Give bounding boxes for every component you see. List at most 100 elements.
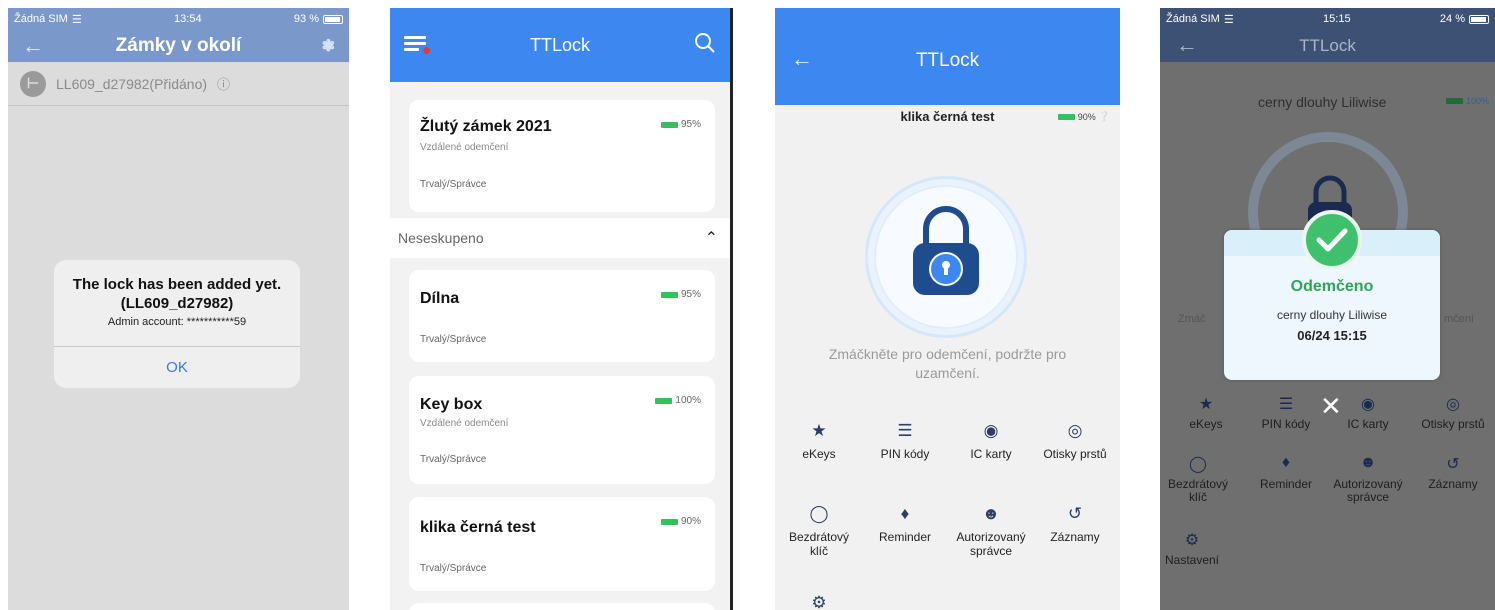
lock-name: Key box — [420, 396, 483, 413]
hint-left-fragment: Zmáč — [1178, 313, 1206, 325]
unlock-hint: Zmáčkněte pro odemčení, podržte pro uzam… — [828, 346, 1067, 381]
gear-icon: ⚙ — [1184, 532, 1200, 549]
wireless-key-button[interactable]: ◯ Bezdrátový klíč — [777, 504, 861, 558]
nav-header: ← Zámky v okolí ❃ — [8, 30, 349, 62]
lock-role: Trvalý/Správce — [420, 563, 487, 574]
battery-level: 95% — [680, 119, 701, 130]
lock-item-label: LL609_d27982(Přidáno) — [56, 75, 208, 92]
lock-list-screen: TTLock Žlutý zámek 2021 Vzdálené odemčen… — [390, 8, 733, 610]
authorized-admin-label-line2: správce — [1346, 490, 1390, 504]
nav-header: ← TTLock — [1160, 30, 1495, 62]
reminder-label: Reminder — [1259, 477, 1313, 491]
battery-icon — [1057, 113, 1075, 120]
records-label: Záznamy — [1428, 477, 1478, 491]
loading-spinner-icon: ❃ — [321, 38, 335, 55]
status-bar: Žádná SIM ☰ 15:15 24 % — [1160, 8, 1495, 30]
battery-level: 100% — [1465, 96, 1489, 106]
lock-name: Žlutý zámek 2021 — [420, 118, 552, 135]
records-button[interactable]: ↺ Záznamy — [1411, 454, 1495, 491]
clock: 15:15 — [1323, 13, 1351, 25]
fingerprint-icon: ◎ — [1067, 421, 1083, 440]
authorized-admin-button[interactable]: ☻ Autorizovaný správce — [1326, 454, 1410, 504]
nav-header: TTLock — [390, 8, 730, 82]
wifi-icon: ☰ — [71, 13, 82, 26]
records-label: Záznamy — [1050, 530, 1100, 544]
lock-role: Trvalý/Správce — [420, 179, 487, 190]
group-header[interactable]: Neseskupeno ⌃ — [390, 218, 730, 258]
menu-icon[interactable] — [404, 36, 430, 54]
lock-card[interactable]: Key box Vzdálené odemčení Trvalý/Správce… — [409, 376, 715, 484]
wireless-key-icon: ◯ — [1189, 456, 1207, 473]
lock-card[interactable]: Dílna Trvalý/Správce 95% — [409, 270, 715, 362]
hint-right-fragment: mčení — [1444, 313, 1474, 325]
fingerprints-label: Otisky prstů — [1421, 417, 1485, 431]
status-bar: Žádná SIM ☰ 13:54 93 % — [8, 8, 349, 30]
user-icon: ☻ — [1359, 454, 1377, 471]
wifi-icon: ☰ — [1223, 13, 1234, 26]
history-icon: ↺ — [1067, 504, 1083, 523]
carrier-label: Žádná SIM — [1166, 13, 1220, 25]
ic-card-icon: ◉ — [983, 421, 999, 440]
battery-indicator: 100% — [1445, 96, 1489, 106]
bell-icon: ♦ — [1281, 454, 1291, 471]
popup-title: Odemčeno — [1290, 278, 1374, 295]
battery-icon — [1468, 14, 1489, 24]
padlock-icon — [913, 206, 979, 295]
history-icon: ↺ — [1446, 456, 1460, 473]
ekeys-label: eKeys — [802, 447, 836, 461]
wireless-key-icon: ◯ — [809, 504, 829, 523]
app-title: TTLock — [1299, 36, 1356, 55]
settings-label: Nastavení — [1164, 553, 1220, 567]
ekeys-button[interactable]: ★ eKeys — [1164, 394, 1248, 431]
ic-cards-button[interactable]: ◉ IC karty — [949, 421, 1033, 461]
lock-card[interactable]: Žlutý zámek 2021 Vzdálené odemčení Trval… — [409, 100, 715, 212]
lock-icon: ⊢ — [20, 70, 46, 97]
fingerprints-label: Otisky prstů — [1043, 447, 1107, 461]
carrier-label: Žádná SIM — [14, 13, 68, 25]
ekeys-button[interactable]: ★ eKeys — [777, 421, 861, 461]
fingerprints-button[interactable]: ◎ Otisky prstů — [1033, 421, 1117, 461]
lock-card[interactable]: klika černá test Trvalý/Správce 90% — [409, 497, 715, 591]
notification-dot — [423, 47, 430, 54]
popup-lock-name: cerny dlouhy Liliwise — [1276, 308, 1388, 322]
app-title: TTLock — [915, 50, 980, 71]
wireless-key-label-line2: klíč — [1189, 490, 1207, 504]
fingerprints-button[interactable]: ◎ Otisky prstů — [1411, 394, 1495, 431]
app-title: TTLock — [529, 34, 590, 55]
nearby-lock-item[interactable]: ⊢ LL609_d27982(Přidáno) ⓘ — [8, 62, 349, 106]
search-icon[interactable] — [694, 32, 716, 60]
lock-role: Trvalý/Správce — [420, 454, 487, 465]
back-arrow-icon[interactable]: ← — [22, 33, 44, 59]
fingerprint-icon: ◎ — [1446, 396, 1460, 413]
reminder-button[interactable]: ♦ Reminder — [1244, 454, 1328, 491]
alert-dialog: The lock has been added yet. (LL609_d279… — [54, 260, 300, 388]
battery-level: 90% — [1077, 111, 1096, 122]
nav-header: ← TTLock — [775, 8, 1120, 105]
close-icon[interactable]: ✕ — [1320, 391, 1342, 422]
ekeys-label: eKeys — [1189, 417, 1223, 431]
info-icon[interactable]: ⓘ — [217, 74, 230, 93]
nearby-locks-screen: Žádná SIM ☰ 13:54 93 % ← Zámky v okolí ❃… — [8, 8, 349, 610]
battery-indicator: 95% — [660, 289, 701, 300]
wireless-key-button[interactable]: ◯ Bezdrátový klíč — [1160, 454, 1240, 504]
group-label: Neseskupeno — [398, 230, 484, 246]
records-button[interactable]: ↺ Záznamy — [1033, 504, 1117, 544]
unlocked-screen: Žádná SIM ☰ 15:15 24 % ← TTLock cerny dl… — [1160, 8, 1495, 610]
settings-button[interactable]: ⚙ Nastavení — [1160, 530, 1234, 567]
authorized-admin-label-line2: správce — [969, 544, 1013, 558]
chevron-up-icon[interactable]: ⌃ — [705, 228, 718, 248]
authorized-admin-button[interactable]: ☻ Autorizovaný správce — [949, 504, 1033, 558]
alert-title: The lock has been added yet. (LL609_d279… — [54, 260, 300, 313]
settings-button[interactable]: ⚙ — [777, 593, 861, 610]
pin-codes-button[interactable]: ☰ PIN kódy — [1244, 394, 1328, 431]
pin-codes-button[interactable]: ☰ PIN kódy — [863, 421, 947, 461]
lock-name: klika černá test — [420, 519, 536, 536]
battery-icon — [660, 291, 678, 298]
lock-card[interactable] — [409, 603, 715, 610]
battery-icon — [655, 397, 673, 404]
reminder-button[interactable]: ♦ Reminder — [863, 504, 947, 544]
user-icon: ☻ — [982, 504, 1000, 523]
help-icon[interactable]: ❔ — [1099, 111, 1110, 122]
ok-button[interactable]: OK — [54, 346, 300, 388]
battery-indicator: 90% ❔ — [1057, 111, 1110, 122]
